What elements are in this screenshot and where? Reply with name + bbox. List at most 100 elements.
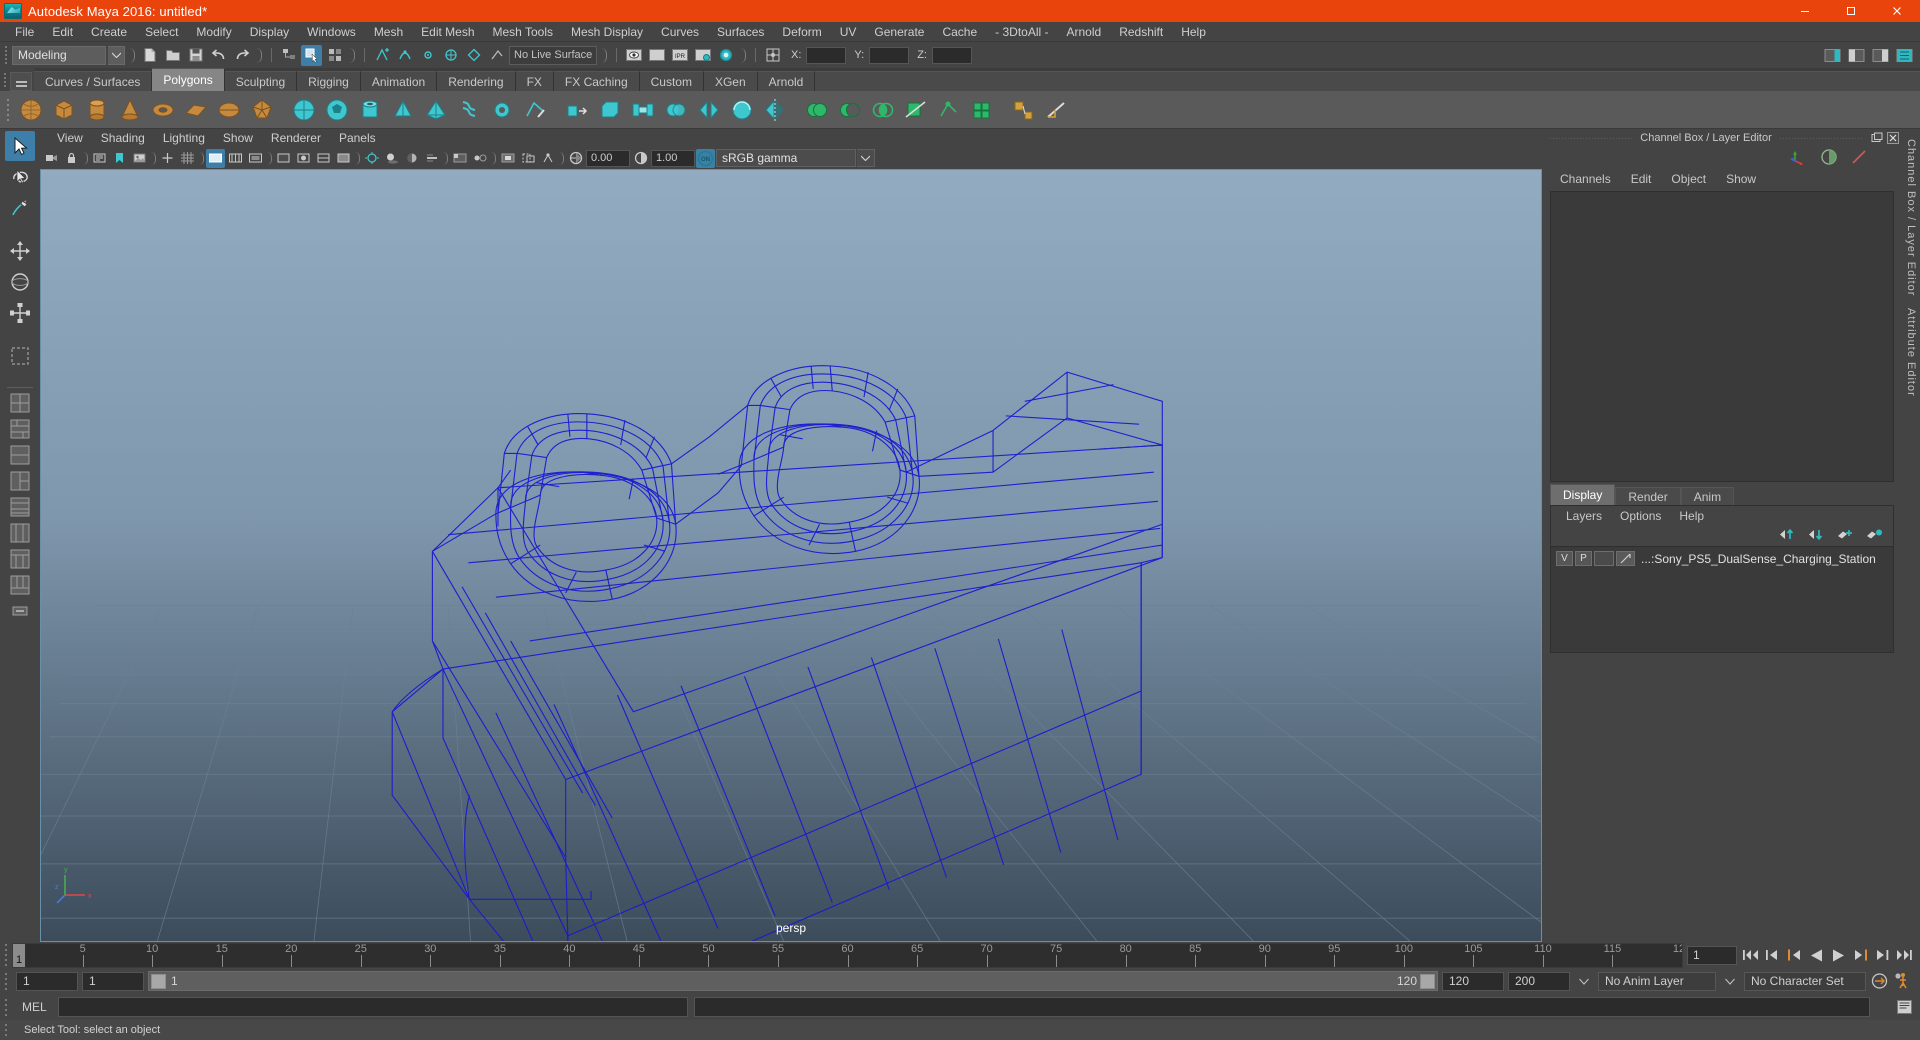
shelf-tab-fx-caching[interactable]: FX Caching [553, 71, 640, 91]
undock-icon[interactable] [1870, 131, 1884, 145]
shadows-icon[interactable] [382, 149, 401, 168]
shelf-tab-polygons[interactable]: Polygons [152, 68, 225, 91]
render-settings-icon[interactable] [692, 45, 713, 66]
tab-anim-layers[interactable]: Anim [1680, 487, 1735, 505]
2d-pan-zoom-icon[interactable] [158, 149, 177, 168]
poly-create-tool-icon[interactable] [519, 94, 551, 126]
gate-mask-icon[interactable] [246, 149, 265, 168]
open-scene-icon[interactable] [162, 45, 183, 66]
menu-curves[interactable]: Curves [652, 22, 708, 42]
menu-mesh-tools[interactable]: Mesh Tools [484, 22, 562, 42]
chevron-down-icon[interactable] [1574, 972, 1594, 991]
reduce-icon[interactable] [1008, 94, 1040, 126]
graph-editor-layout-icon[interactable] [8, 573, 32, 597]
poly-sphere-icon[interactable] [15, 94, 47, 126]
close-button[interactable] [1874, 0, 1920, 22]
chevron-down-icon[interactable] [108, 45, 125, 65]
menu-display[interactable]: Display [241, 22, 298, 42]
channels-menu[interactable]: Channels [1550, 169, 1621, 189]
step-back-frame-icon[interactable] [1763, 946, 1782, 965]
step-forward-key-icon[interactable] [1851, 946, 1870, 965]
poly-platonic-icon[interactable] [246, 94, 278, 126]
layer-help-menu[interactable]: Help [1670, 506, 1713, 526]
xray-icon[interactable] [518, 149, 537, 168]
snap-to-grid-icon[interactable] [371, 45, 392, 66]
menu-mesh[interactable]: Mesh [365, 22, 412, 42]
new-layer-icon[interactable] [1837, 528, 1854, 544]
wireframe-icon[interactable] [274, 149, 293, 168]
snap-to-projected-center-icon[interactable] [440, 45, 461, 66]
menu-mesh-display[interactable]: Mesh Display [562, 22, 652, 42]
snap-to-view-plane-icon[interactable] [463, 45, 484, 66]
viewport-menu-panels[interactable]: Panels [330, 129, 385, 147]
menu-set-selector[interactable]: Modeling [12, 45, 106, 65]
isolate-select-icon[interactable] [498, 149, 517, 168]
poly-soccer-ball-icon[interactable] [321, 94, 353, 126]
smooth-shade-icon[interactable] [294, 149, 313, 168]
select-component-icon[interactable] [324, 45, 345, 66]
script-language-label[interactable]: MEL [12, 1000, 58, 1014]
play-forwards-icon[interactable] [1829, 946, 1848, 965]
crease-tool-icon[interactable] [1041, 94, 1073, 126]
render-view-icon[interactable] [623, 45, 644, 66]
help-line-gripper[interactable] [0, 1018, 12, 1040]
vertical-tab-attribute-editor[interactable]: Attribute Editor [1905, 302, 1917, 403]
play-backwards-icon[interactable] [1807, 946, 1826, 965]
poly-sphere-uv-icon[interactable] [288, 94, 320, 126]
mirror-icon[interactable] [759, 94, 791, 126]
minimize-button[interactable] [1782, 0, 1828, 22]
z-coordinate-field[interactable] [931, 46, 972, 64]
viewport-menu-view[interactable]: View [48, 129, 92, 147]
bevel-icon[interactable] [594, 94, 626, 126]
gamma-field[interactable]: 1.00 [651, 149, 695, 167]
character-set-icon[interactable] [1893, 972, 1912, 991]
multi-cut-icon[interactable] [900, 94, 932, 126]
channel-box-icon[interactable] [1790, 148, 1808, 169]
character-set-selector[interactable]: No Character Set [1744, 971, 1866, 991]
layer-list[interactable]: V P ...:Sony_PS5_DualSense_Charging_Stat… [1551, 546, 1893, 652]
command-input[interactable] [58, 997, 688, 1017]
go-to-end-icon[interactable] [1895, 946, 1914, 965]
bookmarks-icon[interactable] [110, 149, 129, 168]
tool-settings-icon[interactable] [1850, 148, 1868, 169]
poly-plane-icon[interactable] [180, 94, 212, 126]
viewport-menu-shading[interactable]: Shading [92, 129, 154, 147]
last-tool-icon[interactable] [5, 341, 35, 371]
sidebar-toggle-4-icon[interactable] [1894, 45, 1915, 66]
vertical-tab-channel-box[interactable]: Channel Box / Layer Editor [1905, 133, 1917, 302]
range-bar[interactable]: 1 120 [148, 971, 1438, 991]
menu-3dtoall[interactable]: - 3DtoAll - [986, 22, 1057, 42]
x-coordinate-field[interactable] [806, 46, 847, 64]
poly-cube-icon[interactable] [48, 94, 80, 126]
step-forward-frame-icon[interactable] [1873, 946, 1892, 965]
sidebar-toggle-3-icon[interactable] [1870, 45, 1891, 66]
layer-list-item[interactable]: V P ...:Sony_PS5_DualSense_Charging_Stat… [1553, 550, 1891, 567]
shelf-tab-animation[interactable]: Animation [360, 71, 438, 91]
viewport-menu-lighting[interactable]: Lighting [154, 129, 214, 147]
shelf-tab-custom[interactable]: Custom [639, 71, 704, 91]
channelbox-object-menu[interactable]: Object [1661, 169, 1716, 189]
camera-attributes-icon[interactable] [90, 149, 109, 168]
menu-modify[interactable]: Modify [187, 22, 240, 42]
step-back-key-icon[interactable] [1785, 946, 1804, 965]
menu-cache[interactable]: Cache [933, 22, 986, 42]
current-frame-indicator[interactable]: 1 [13, 943, 25, 967]
gamma-on-icon[interactable]: ON [696, 148, 715, 168]
layer-visibility-toggle[interactable]: V [1556, 551, 1573, 566]
bridge-icon[interactable] [627, 94, 659, 126]
menu-generate[interactable]: Generate [865, 22, 933, 42]
close-icon[interactable] [1886, 131, 1900, 145]
select-tool-icon[interactable] [5, 131, 35, 161]
viewport-menu-renderer[interactable]: Renderer [262, 129, 330, 147]
snap-to-curve-icon[interactable] [394, 45, 415, 66]
rotate-tool-icon[interactable] [5, 267, 35, 297]
shelf-tab-fx[interactable]: FX [515, 71, 554, 91]
menu-arnold[interactable]: Arnold [1058, 22, 1111, 42]
layer-options-menu[interactable]: Options [1611, 506, 1670, 526]
ipr-render-icon[interactable]: IPR [669, 45, 690, 66]
script-editor-icon[interactable] [1894, 997, 1914, 1017]
poly-cone-icon[interactable] [114, 94, 146, 126]
save-scene-icon[interactable] [185, 45, 206, 66]
use-lights-icon[interactable] [362, 149, 381, 168]
boolean-intersection-icon[interactable] [867, 94, 899, 126]
